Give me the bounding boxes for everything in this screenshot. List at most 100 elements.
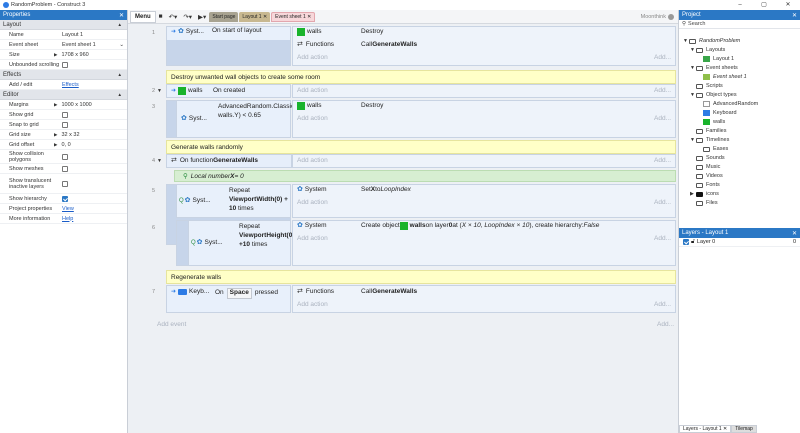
- expand-icon[interactable]: ▶: [54, 142, 57, 148]
- chevron-down-icon[interactable]: ⌄: [119, 42, 124, 48]
- collapse-icon[interactable]: ▼: [157, 158, 162, 164]
- maximize-button[interactable]: ▢: [752, 0, 776, 10]
- condition-text[interactable]: On Space pressed: [215, 288, 278, 299]
- add-more-link[interactable]: Add...: [657, 321, 674, 330]
- tree-item[interactable]: Families: [690, 128, 726, 134]
- expand-icon[interactable]: ▶: [54, 52, 57, 58]
- effects-section-header[interactable]: Effects ▲: [0, 70, 127, 80]
- close-layers-icon[interactable]: ✕: [792, 230, 797, 237]
- view-link[interactable]: View: [62, 206, 74, 212]
- tree-item[interactable]: AdvancedRandom: [697, 101, 758, 107]
- event-7-conditions[interactable]: ➜ Keyb... On Space pressed: [166, 285, 291, 313]
- prop-row-show-hierarchy[interactable]: Show hierarchy: [0, 194, 127, 204]
- save-icon[interactable]: ■: [159, 13, 163, 20]
- prop-row-name[interactable]: Name Layout 1: [0, 30, 127, 40]
- minimize-button[interactable]: –: [728, 0, 752, 10]
- action-text[interactable]: Set X to LoopIndex: [361, 186, 411, 195]
- add-more-link[interactable]: Add...: [654, 87, 671, 96]
- prop-row-grid-size[interactable]: Grid size ▶ 32 x 32: [0, 130, 127, 140]
- condition-text[interactable]: Repeat ViewportWidth(0) + 10 times: [229, 186, 291, 213]
- prop-row-effects[interactable]: Add / edit Effects: [0, 80, 127, 90]
- tab-layout-1[interactable]: Layout 1 ✕: [239, 11, 271, 22]
- tree-item[interactable]: ▶ icons: [690, 191, 719, 197]
- prop-row-project-properties[interactable]: Project properties View: [0, 204, 127, 214]
- add-action-link[interactable]: Add action: [297, 157, 328, 166]
- show-meshes-checkbox[interactable]: [62, 165, 68, 172]
- action-row[interactable]: ✿ System: [297, 186, 327, 195]
- tree-item[interactable]: Layout 1: [697, 56, 734, 62]
- prop-row-show-grid[interactable]: Show grid: [0, 110, 127, 120]
- action-text[interactable]: Create object walls on layer 0 at (X × 1…: [361, 222, 599, 231]
- tree-item[interactable]: Event sheet 1: [697, 74, 747, 80]
- tree-item[interactable]: ▼ Timelines: [690, 137, 729, 143]
- add-action-link[interactable]: Add action: [297, 87, 328, 96]
- prop-row-grid-offset[interactable]: Grid offset ▶ 0, 0: [0, 140, 127, 150]
- add-action-link[interactable]: Add action: [297, 115, 328, 124]
- editor-section-header[interactable]: Editor ▲: [0, 90, 127, 100]
- add-action-link[interactable]: Add action: [297, 199, 328, 208]
- action-row[interactable]: walls: [297, 28, 321, 37]
- expand-icon[interactable]: ▶: [54, 102, 57, 108]
- tree-item[interactable]: Music: [690, 164, 720, 170]
- prop-value[interactable]: 1000 x 1000: [61, 102, 91, 108]
- close-properties-icon[interactable]: ✕: [119, 12, 124, 19]
- add-more-link[interactable]: Add...: [654, 54, 671, 63]
- function-block-header[interactable]: ⇄ On function GenerateWalls: [166, 154, 292, 168]
- tree-item[interactable]: ▼ Layouts: [690, 47, 725, 53]
- prop-row-unbounded-scrolling[interactable]: Unbounded scrolling: [0, 60, 127, 70]
- show-translucent-layers-checkbox[interactable]: [62, 180, 68, 187]
- prop-row-show-collision-polygons[interactable]: Show collision polygons: [0, 150, 127, 164]
- tree-item[interactable]: ▼ Event sheets: [690, 65, 738, 71]
- event-2-conditions[interactable]: ➜ walls On created: [166, 84, 291, 98]
- collapse-icon[interactable]: ▲: [118, 92, 122, 97]
- play-icon[interactable]: ▶▾: [198, 13, 206, 21]
- add-action-link[interactable]: Add action: [297, 301, 328, 310]
- local-variable[interactable]: ⚲ Local number X = 0: [174, 170, 676, 182]
- add-more-link[interactable]: Add...: [654, 199, 671, 208]
- prop-row-show-meshes[interactable]: Show meshes: [0, 164, 127, 174]
- show-hierarchy-checkbox[interactable]: [62, 195, 68, 202]
- layout-section-header[interactable]: Layout ▲: [0, 20, 127, 30]
- comment[interactable]: Regenerate walls: [166, 270, 676, 284]
- show-collision-polygons-checkbox[interactable]: [62, 153, 68, 160]
- tree-item[interactable]: Eases: [697, 146, 728, 152]
- add-more-link[interactable]: Add...: [654, 157, 671, 166]
- tree-item[interactable]: Scripts: [690, 83, 723, 89]
- action-text[interactable]: Destroy: [361, 102, 383, 111]
- condition-text[interactable]: Repeat ViewportHeight(0) +10 times: [239, 222, 295, 249]
- tree-item[interactable]: Sounds: [690, 155, 725, 161]
- show-grid-checkbox[interactable]: [62, 111, 68, 118]
- snap-to-grid-checkbox[interactable]: [62, 121, 68, 128]
- collapse-icon[interactable]: ▲: [118, 72, 122, 77]
- event-6-conditions[interactable]: Q ✿ Syst... Repeat ViewportHeight(0) +10 ti…: [188, 220, 295, 266]
- prop-row-more-information[interactable]: More information Help: [0, 214, 127, 224]
- menu-button[interactable]: Menu: [130, 10, 156, 23]
- redo-icon[interactable]: ↷▾: [183, 13, 192, 21]
- event-3-conditions[interactable]: ✿ Syst... AdvancedRandom.Classic2d(walls.…: [176, 100, 326, 138]
- tree-item[interactable]: Fonts: [690, 182, 720, 188]
- prop-row-show-translucent-inactive-layers[interactable]: Show translucent inactive layers: [0, 174, 127, 194]
- tree-item[interactable]: walls: [697, 119, 725, 125]
- comment[interactable]: Generate walls randomly: [166, 140, 676, 154]
- condition-text[interactable]: On created: [213, 87, 245, 96]
- tree-item[interactable]: Files: [690, 200, 718, 206]
- lock-icon[interactable]: 🔓︎: [691, 239, 695, 246]
- expand-icon[interactable]: ▶: [54, 132, 57, 138]
- close-window-button[interactable]: ✕: [776, 0, 800, 10]
- prop-row-margins[interactable]: Margins ▶ 1000 x 1000: [0, 100, 127, 110]
- tab-event-sheet-1[interactable]: Event sheet 1 ✕: [271, 11, 316, 22]
- comment[interactable]: Destroy unwanted wall objects to create …: [166, 70, 676, 84]
- tree-item[interactable]: Keyboard: [697, 110, 737, 116]
- add-action-link[interactable]: Add action: [297, 235, 328, 244]
- action-text[interactable]: Destroy: [361, 28, 383, 37]
- action-row[interactable]: ✿ System: [297, 222, 327, 231]
- tab-layers[interactable]: Layers - Layout 1 ✕: [679, 425, 732, 433]
- prop-value[interactable]: 1708 x 960: [61, 52, 88, 58]
- help-link[interactable]: Help: [62, 216, 73, 222]
- layer-row[interactable]: 🔓︎ Layer 0 0: [679, 238, 800, 247]
- effects-link[interactable]: Effects: [62, 82, 79, 88]
- prop-row-event-sheet[interactable]: Event sheet Event sheet 1 ⌄: [0, 40, 127, 50]
- action-text[interactable]: Call GenerateWalls: [361, 288, 417, 297]
- prop-row-snap-to-grid[interactable]: Snap to grid: [0, 120, 127, 130]
- tab-tilemap[interactable]: Tilemap: [731, 425, 757, 433]
